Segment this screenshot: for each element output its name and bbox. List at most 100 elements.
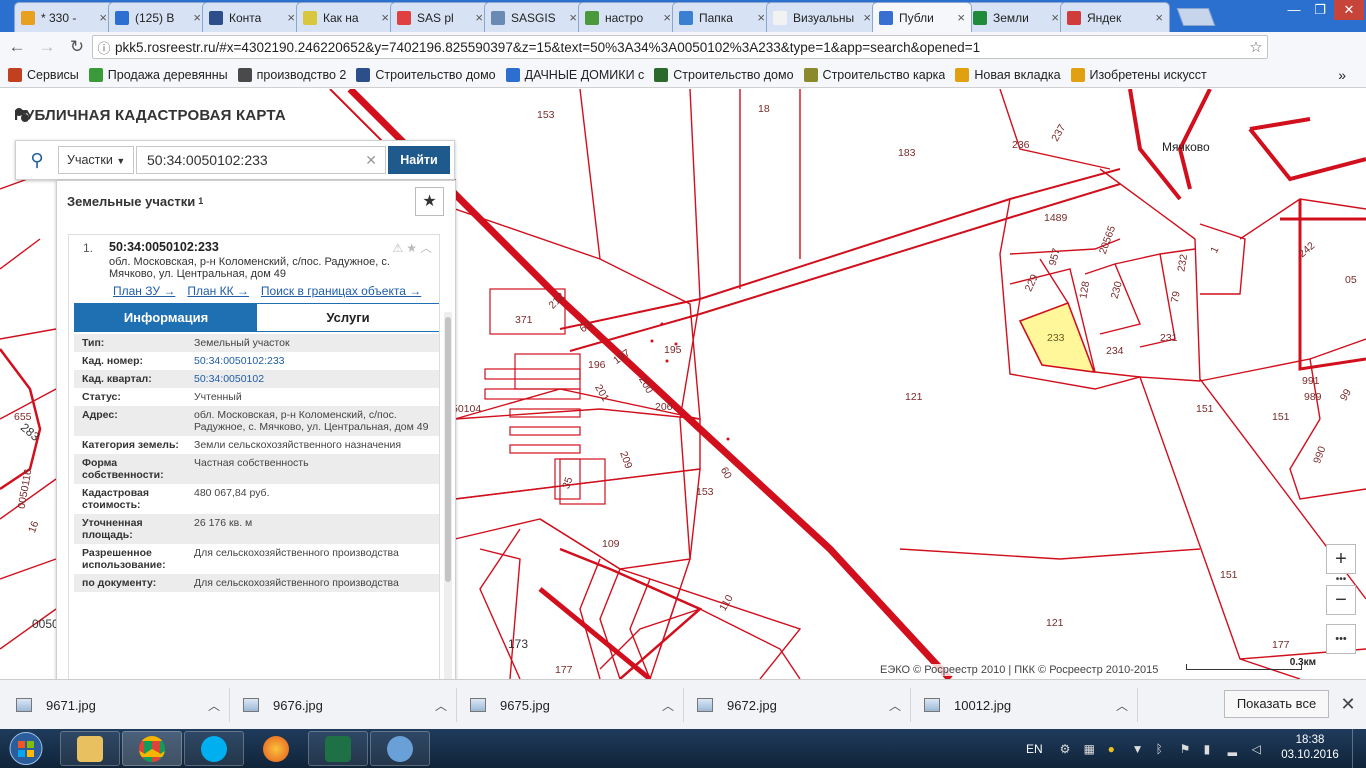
bookmark-item[interactable]: Строительство карка (803, 67, 945, 82)
tab-information[interactable]: Информация (75, 304, 257, 331)
zoom-in-button[interactable]: + (1326, 544, 1356, 574)
download-options-icon[interactable]: ︿ (426, 697, 456, 714)
system-clock[interactable]: 18:38 03.10.2016 (1280, 733, 1340, 763)
volume-icon[interactable]: ◁ (1252, 742, 1266, 756)
flag-icon[interactable]: ⚑ (1180, 742, 1194, 756)
property-value[interactable]: 50:34:0050102 (194, 373, 439, 385)
property-key: Кад. номер: (82, 355, 144, 367)
new-tab-button[interactable] (1176, 8, 1216, 26)
collapse-icon[interactable]: ︿ (420, 241, 435, 255)
bookmark-star-icon[interactable]: ☆ (1245, 38, 1267, 56)
download-item[interactable]: 9675.jpg ︿ (462, 688, 684, 722)
browser-tab[interactable]: * 330 - × (14, 2, 114, 32)
printer-icon[interactable]: ▦ (1084, 742, 1098, 756)
taskbar-excel[interactable] (308, 731, 368, 766)
scrollbar-thumb[interactable] (445, 317, 451, 582)
browser-tab[interactable]: Яндек × (1060, 2, 1170, 32)
search-in-bounds-link[interactable]: Поиск в границах объекта → (261, 284, 421, 298)
show-desktop-button[interactable] (1352, 729, 1366, 768)
restore-button[interactable]: ❐ (1306, 0, 1334, 20)
taskbar-skype[interactable] (184, 731, 244, 766)
search-type-select[interactable]: Участки ▼ (58, 146, 134, 174)
download-options-icon[interactable]: ︿ (653, 697, 683, 714)
back-button[interactable]: ← (4, 34, 30, 60)
download-item[interactable]: 9676.jpg ︿ (235, 688, 457, 722)
more-tools-button[interactable]: ••• (1326, 624, 1356, 654)
bluetooth-icon[interactable]: ᛒ (1156, 742, 1170, 756)
close-tab-icon[interactable]: × (757, 10, 765, 25)
browser-tab[interactable]: (125) В × (108, 2, 208, 32)
download-options-icon[interactable]: ︿ (199, 697, 229, 714)
close-tab-icon[interactable]: × (957, 10, 965, 25)
zoom-out-button[interactable]: − (1326, 585, 1356, 615)
battery-icon[interactable]: ▮ (1204, 742, 1218, 756)
close-tab-icon[interactable]: × (863, 10, 871, 25)
download-options-icon[interactable]: ︿ (880, 697, 910, 714)
browser-tab[interactable]: Папка × (672, 2, 772, 32)
skype-tray-icon[interactable]: ● (1108, 742, 1122, 756)
close-tab-icon[interactable]: × (1051, 10, 1059, 25)
browser-tab[interactable]: SASGIS × (484, 2, 584, 32)
browser-tab[interactable]: настро × (578, 2, 678, 32)
download-item[interactable]: 9672.jpg ︿ (689, 688, 911, 722)
close-tab-icon[interactable]: × (381, 10, 389, 25)
network-icon[interactable]: ▂ (1228, 742, 1242, 756)
tray-gear-icon[interactable]: ⚙ (1060, 742, 1074, 756)
address-bar-url[interactable]: pkk5.rosreestr.ru/#x=4302190.246220652&y… (115, 40, 1245, 55)
browser-tab[interactable]: Конта × (202, 2, 302, 32)
close-window-button[interactable]: ✕ (1334, 0, 1364, 20)
page-info-icon[interactable]: ⓘ (93, 38, 115, 57)
bookmark-item[interactable]: Продажа деревянны (88, 67, 228, 82)
taskbar-chrome[interactable] (122, 731, 182, 766)
forward-button[interactable]: → (34, 34, 60, 60)
property-value[interactable]: 50:34:0050102:233 (194, 355, 439, 367)
close-tab-icon[interactable]: × (1155, 10, 1163, 25)
plan-zu-link[interactable]: План ЗУ → (113, 284, 175, 298)
bookmark-item[interactable]: производство 2 (237, 67, 346, 82)
close-tab-icon[interactable]: × (287, 10, 295, 25)
taskbar-explorer[interactable] (60, 731, 120, 766)
warning-icon[interactable]: ⚠ (392, 241, 406, 255)
close-tab-icon[interactable]: × (475, 10, 483, 25)
search-button[interactable]: Найти (388, 146, 450, 174)
cadastral-map[interactable]: 153 18 183 236 237 1489 957 20565 229 128 230 233 23… (0, 89, 1366, 679)
close-tab-icon[interactable]: × (663, 10, 671, 25)
download-tray-icon[interactable]: ▼ (1132, 742, 1146, 756)
browser-tab[interactable]: Публи × (872, 2, 972, 32)
taskbar-firefox[interactable] (246, 731, 306, 766)
language-indicator[interactable]: EN (1026, 742, 1043, 756)
bookmark-item[interactable]: Сервисы (8, 67, 79, 82)
start-button[interactable] (4, 730, 48, 767)
download-item[interactable]: 9671.jpg ︿ (8, 688, 230, 722)
minimize-button[interactable]: — (1280, 0, 1308, 20)
tab-services[interactable]: Услуги (257, 304, 439, 331)
bookmark-item[interactable]: Строительство домо (356, 67, 496, 82)
bookmark-item[interactable]: Изобретены искусст (1070, 67, 1207, 82)
taskbar-network-app[interactable] (370, 731, 430, 766)
close-tab-icon[interactable]: × (569, 10, 577, 25)
star-icon[interactable]: ★ (406, 241, 420, 255)
close-downloads-icon[interactable]: ✕ (1338, 690, 1358, 718)
download-item[interactable]: 10012.jpg ︿ (916, 688, 1138, 722)
clear-search-icon[interactable]: ✕ (365, 147, 377, 173)
favorites-star-button[interactable]: ★ (415, 187, 444, 216)
results-scrollbar[interactable] (444, 312, 452, 679)
search-icon[interactable]: ⚲ (16, 150, 58, 171)
search-input[interactable]: 50:34:0050102:233 ✕ (136, 146, 386, 174)
reload-button[interactable]: ↻ (64, 34, 90, 60)
download-options-icon[interactable]: ︿ (1107, 697, 1137, 714)
browser-tab[interactable]: SAS pl × (390, 2, 490, 32)
result-cad-number[interactable]: 50:34:0050102:233 (109, 240, 219, 254)
address-bar[interactable]: ⓘ pkk5.rosreestr.ru/#x=4302190.246220652… (92, 35, 1268, 59)
browser-tab[interactable]: Земли × (966, 2, 1066, 32)
bookmark-item[interactable]: Новая вкладка (955, 67, 1061, 82)
close-tab-icon[interactable]: × (193, 10, 201, 25)
close-tab-icon[interactable]: × (99, 10, 107, 25)
browser-tab[interactable]: Визуальны × (766, 2, 878, 32)
plan-kk-link[interactable]: План КК → (187, 284, 249, 298)
browser-tab[interactable]: Как на × (296, 2, 396, 32)
bookmarks-more-button[interactable]: » (1338, 67, 1346, 83)
show-all-downloads-button[interactable]: Показать все (1224, 690, 1329, 718)
bookmark-item[interactable]: ДАЧНЫЕ ДОМИКИ с (505, 67, 644, 82)
bookmark-item[interactable]: Строительство домо (654, 67, 794, 82)
